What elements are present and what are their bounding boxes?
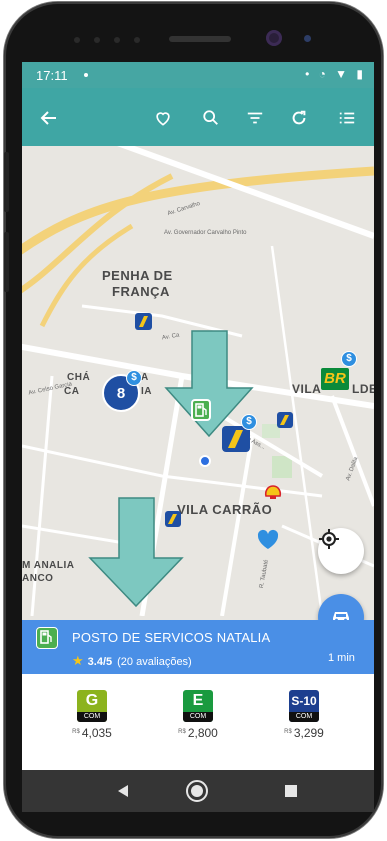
cluster-count: 8 [116,384,126,402]
area-label: A [141,372,149,383]
gas-station-marker[interactable] [165,511,181,527]
gasoline-badge-icon: G COM [77,690,107,722]
gas-station-marker[interactable] [277,412,293,428]
refresh-icon [292,110,306,125]
fuel-prices-panel: G COM R$ 4,035 E COM R$ 2,800 S-10 COM R$ 3… [22,674,374,770]
toolbar [22,88,374,146]
ipiranga-logo-icon [139,316,148,327]
app-screen: 17:11 • ◔ ▼ ▮ Av. Governador Carvalho Pi… [22,62,374,770]
back-button[interactable] [36,105,62,131]
area-label: CHÁ [67,372,91,383]
status-bar: 17:11 • ◔ ▼ ▮ [22,62,374,88]
area-label: VILA CARRÃO [177,502,273,517]
nav-recents-button[interactable] [276,770,306,812]
my-location-button[interactable] [318,528,364,574]
search-button[interactable] [198,105,224,131]
br-station-marker[interactable]: BR [321,368,349,390]
fuel-pump-icon [36,627,58,649]
ipiranga-logo-icon [168,514,177,524]
station-name: POSTO DE SERVICOS NATALIA [72,630,271,645]
triangle-back-icon [118,785,128,797]
price-value: 2,800 [187,726,218,740]
area-label: FRANÇA [112,284,170,299]
heart-icon [156,112,170,126]
street-label: Av. Governador Carvalho Pinto [164,230,247,236]
area-label: LDE [352,382,374,396]
shell-logo-icon [264,485,282,499]
br-logo-text: BR [324,370,346,387]
heart-icon [257,529,279,549]
area-label: CA [64,386,80,397]
favorite-button[interactable] [150,105,176,131]
station-info-bar[interactable]: POSTO DE SERVICOS NATALIA ★ 3.4/5 (20 aval… [22,620,374,674]
volume-button [4,152,9,212]
status-icons: • ◔ ▼ ▮ [305,67,366,81]
area-label: M ANALIA [22,560,75,571]
shell-station-marker[interactable] [264,484,282,502]
area-label: PENHA DE [102,268,173,283]
list-button[interactable] [334,105,360,131]
list-icon [339,112,355,124]
gas-station-marker[interactable] [222,426,250,452]
area-label: IA [141,386,152,397]
system-nav-bar [22,770,374,812]
nav-back-button[interactable] [108,770,138,812]
phone-frame: 17:11 • ◔ ▼ ▮ Av. Governador Carvalho Pi… [4,2,383,838]
favorite-marker[interactable] [256,528,280,550]
refresh-button[interactable] [286,105,312,131]
price-value: 3,299 [293,726,324,740]
arrow-left-icon [40,111,56,125]
crosshair-icon [319,529,339,549]
price-value: 4,035 [81,726,112,740]
status-time: 17:11 [36,68,68,83]
price-badge-icon: $ [341,351,357,367]
square-recents-icon [285,785,297,797]
front-camera-icon [266,30,282,46]
my-location-dot [199,455,211,467]
fuel-pump-icon [195,403,207,417]
price-badge-icon: $ [126,370,142,386]
rating-score: 3.4/5 [87,656,113,668]
ipiranga-logo-icon [280,415,289,425]
area-label: VILA [292,382,322,396]
area-label: ANCO [22,573,54,584]
fuel-price-diesel[interactable]: S-10 COM R$ 3,299 [269,690,339,740]
diesel-badge-icon: S-10 COM [289,690,319,722]
nav-home-button[interactable] [182,770,212,812]
filter-icon [247,112,263,124]
power-button [4,232,9,292]
review-count: (20 avaliações) [117,656,192,668]
gas-station-marker[interactable] [135,313,152,330]
price-badge-icon: $ [241,414,257,430]
home-circle-icon [186,780,208,802]
map-view[interactable]: Av. Governador Carvalho Pinto Av. Carval… [22,146,374,616]
station-rating: ★ 3.4/5 (20 avaliações) [72,653,192,669]
ipiranga-logo-icon [228,430,243,448]
fuel-price-gasoline[interactable]: G COM R$ 4,035 [57,690,127,740]
filter-button[interactable] [242,105,268,131]
ethanol-badge-icon: E COM [183,690,213,722]
selected-station-marker[interactable] [191,399,211,421]
star-icon: ★ [72,653,84,668]
route-time: 1 min [328,652,355,664]
fuel-price-ethanol[interactable]: E COM R$ 2,800 [163,690,233,740]
search-icon [203,110,218,125]
